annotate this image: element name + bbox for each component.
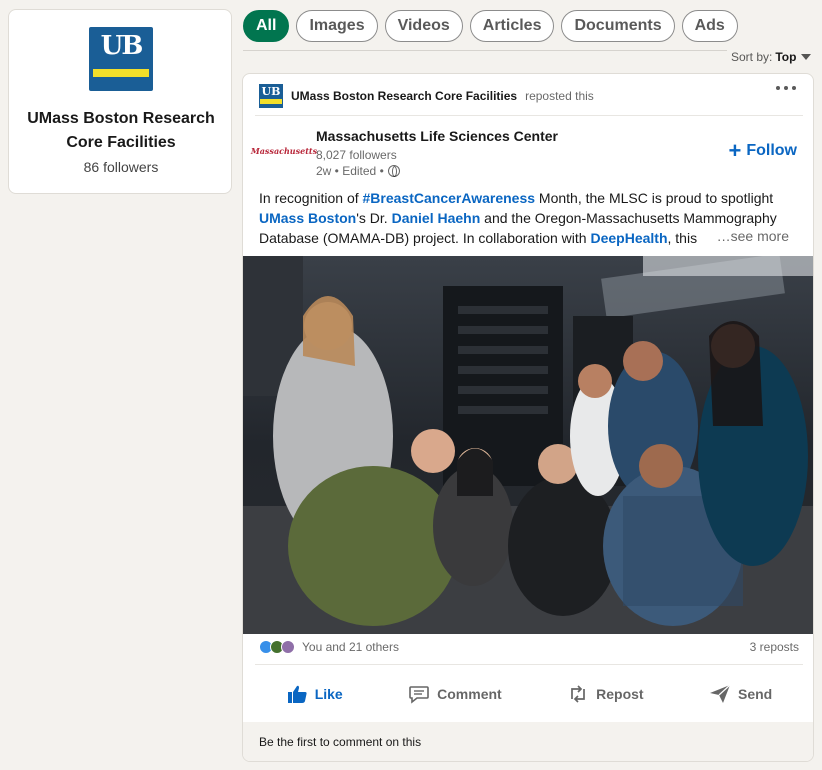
see-more-link[interactable]: …see more: [710, 228, 789, 244]
thumbs-up-icon: [287, 685, 307, 703]
repost-header: UB UMass Boston Research Core Facilities…: [259, 84, 594, 108]
like-button[interactable]: Like: [278, 672, 351, 716]
reposter-avatar[interactable]: UB: [259, 84, 283, 108]
post-card: UB UMass Boston Research Core Facilities…: [242, 73, 814, 762]
repost-button[interactable]: Repost: [559, 672, 651, 716]
post-image[interactable]: [243, 256, 813, 634]
send-button[interactable]: Send: [701, 672, 780, 716]
filter-articles[interactable]: Articles: [469, 10, 555, 42]
filter-pills: All Images Videos Articles Documents Ads: [243, 10, 738, 42]
mention-umass-boston[interactable]: UMass Boston: [259, 210, 356, 226]
author-name[interactable]: Massachusetts Life Sciences Center: [316, 128, 558, 144]
organization-name[interactable]: UMass Boston Research Core Facilities: [19, 107, 223, 155]
filter-all[interactable]: All: [243, 10, 290, 42]
sort-divider: [243, 50, 727, 51]
support-reaction-icon: [281, 640, 295, 654]
author-logo[interactable]: Massachusetts: [251, 136, 317, 166]
reposts-count[interactable]: 3 reposts: [750, 640, 799, 654]
author-followers: 8,027 followers: [316, 148, 397, 162]
follow-button[interactable]: + Follow: [728, 138, 797, 163]
filter-images[interactable]: Images: [296, 10, 378, 42]
repost-action: reposted this: [525, 89, 594, 103]
comment-prompt[interactable]: Be the first to comment on this: [243, 722, 813, 761]
social-counts: You and 21 others 3 reposts: [259, 640, 799, 654]
sort-value: Top: [775, 50, 797, 64]
more-options-icon[interactable]: [776, 86, 796, 90]
globe-icon: [387, 165, 400, 177]
reposter-name[interactable]: UMass Boston Research Core Facilities: [291, 89, 517, 103]
post-meta: 2w • Edited •: [316, 164, 400, 178]
caret-down-icon: [801, 54, 812, 60]
reaction-icons[interactable]: [259, 640, 295, 654]
filter-videos[interactable]: Videos: [384, 10, 463, 42]
logo-letters: UB: [100, 31, 144, 61]
mention-daniel-haehn[interactable]: Daniel Haehn: [392, 210, 481, 226]
repost-icon: [571, 685, 585, 703]
comment-button[interactable]: Comment: [400, 672, 510, 716]
organization-logo[interactable]: UB: [89, 27, 153, 91]
comment-icon: [409, 686, 429, 704]
profile-card: UB UMass Boston Research Core Facilities…: [8, 9, 232, 194]
sort-dropdown[interactable]: Sort by: Top: [731, 50, 812, 64]
send-icon: [710, 684, 731, 703]
mention-deephealth[interactable]: DeepHealth: [590, 230, 667, 246]
group-photo: [243, 256, 813, 634]
follower-count: 86 followers: [83, 159, 159, 175]
hashtag-link[interactable]: #BreastCancerAwareness: [363, 190, 536, 206]
sort-label: Sort by:: [731, 50, 773, 64]
reactions-count[interactable]: You and 21 others: [302, 640, 399, 654]
filter-documents[interactable]: Documents: [561, 10, 675, 42]
filter-ads[interactable]: Ads: [681, 10, 738, 42]
plus-icon: +: [728, 138, 742, 163]
post-actions: Like Comment Repost Send: [243, 672, 813, 716]
